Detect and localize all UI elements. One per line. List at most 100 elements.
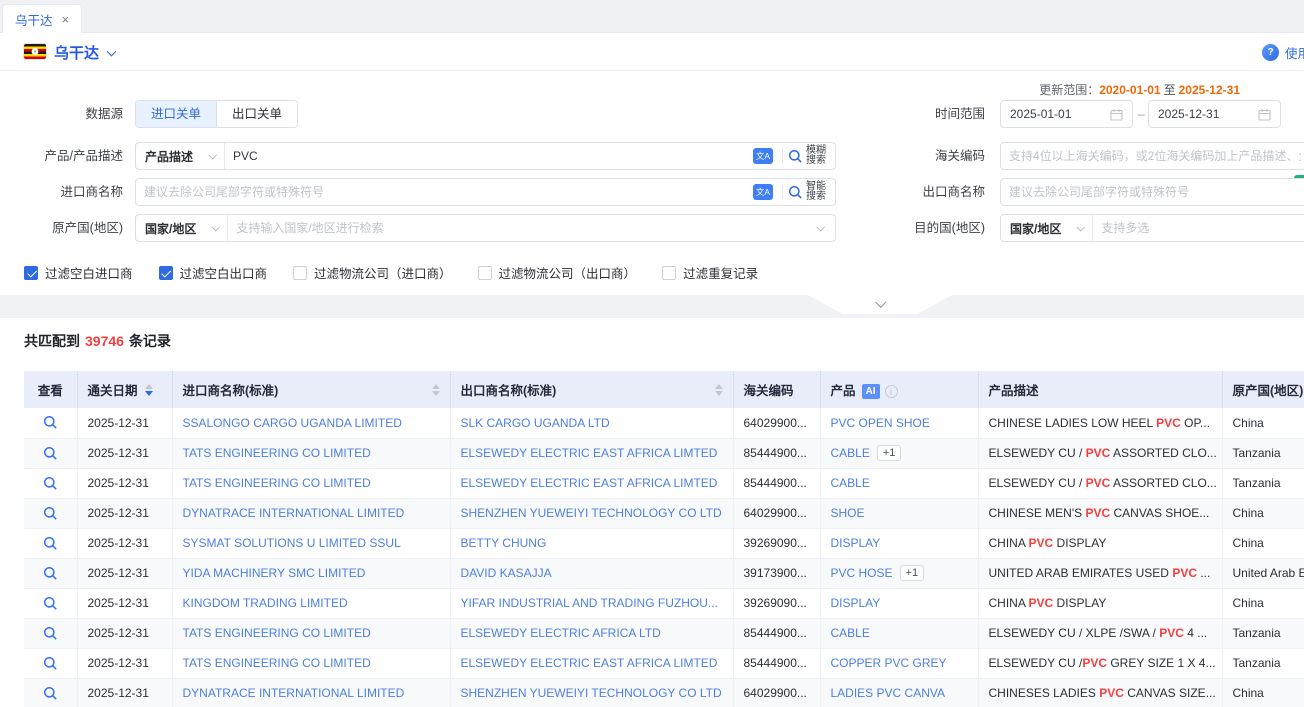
product-mode-select[interactable]: 产品描述: [136, 143, 225, 169]
product-link[interactable]: PVC HOSE: [831, 566, 893, 580]
importer-link[interactable]: TATS ENGINEERING CO LIMITED: [183, 476, 371, 490]
checkbox-icon[interactable]: [662, 266, 676, 280]
product-link[interactable]: COPPER PVC GREY: [831, 656, 947, 670]
view-record-button[interactable]: [43, 626, 58, 641]
view-record-button[interactable]: [43, 566, 58, 581]
exporter-link[interactable]: BETTY CHUNG: [461, 536, 547, 550]
checkbox-checked-icon[interactable]: [24, 266, 38, 280]
filter-checkbox-1[interactable]: 过滤空白出口商: [159, 263, 268, 282]
origin-mode-select[interactable]: 国家/地区: [136, 215, 228, 241]
cell-description: CHINESES LADIES PVC CANVAS SIZE...: [978, 678, 1222, 707]
exporter-link[interactable]: ELSEWEDY ELECTRIC AFRICA LTD: [461, 626, 661, 640]
view-record-button[interactable]: [43, 476, 58, 491]
smart-search-button[interactable]: 智能搜索: [788, 182, 835, 203]
product-link[interactable]: CABLE: [831, 476, 870, 490]
exporter-link[interactable]: ELSEWEDY ELECTRIC EAST AFRICA LIMTED: [461, 476, 718, 490]
importer-link[interactable]: TATS ENGINEERING CO LIMITED: [183, 626, 371, 640]
product-link[interactable]: LADIES PVC CANVA: [831, 686, 945, 700]
origin-country-input[interactable]: [228, 215, 817, 241]
importer-link[interactable]: SSALONGO CARGO UGANDA LIMITED: [183, 416, 402, 430]
view-record-button[interactable]: [43, 686, 58, 701]
filter-checkbox-3[interactable]: 过滤物流公司（出口商）: [478, 263, 637, 282]
col-importer[interactable]: 进口商名称(标准): [172, 371, 450, 408]
chevron-down-icon[interactable]: [816, 223, 824, 231]
translate-icon[interactable]: 文A: [753, 184, 773, 200]
product-link[interactable]: SHOE: [831, 506, 865, 520]
exporter-link[interactable]: DAVID KASAJJA: [461, 566, 552, 580]
destination-mode-select[interactable]: 国家/地区: [1001, 215, 1093, 241]
fuzzy-search-button[interactable]: 模糊搜索: [788, 146, 835, 167]
importer-link[interactable]: DYNATRACE INTERNATIONAL LIMITED: [183, 686, 405, 700]
tab-uganda[interactable]: 乌干达 ×: [2, 4, 82, 34]
view-record-button[interactable]: [43, 446, 58, 461]
col-exporter[interactable]: 出口商名称(标准): [450, 371, 733, 408]
exporter-link[interactable]: ELSEWEDY ELECTRIC EAST AFRICA LIMTED: [461, 656, 718, 670]
product-link[interactable]: PVC OPEN SHOE: [831, 416, 930, 430]
product-link[interactable]: CABLE: [831, 626, 870, 640]
import-declarations-tab[interactable]: 进口关单: [136, 101, 216, 127]
cell-date: 2025-12-31: [77, 678, 172, 707]
exporter-link[interactable]: YIFAR INDUSTRIAL AND TRADING FUZHOU...: [461, 596, 718, 610]
more-products-badge[interactable]: +1: [900, 565, 925, 581]
keyword-highlight: PVC: [1029, 596, 1054, 610]
country-chevron-down-icon[interactable]: [107, 47, 117, 57]
cell-date: 2025-12-31: [77, 558, 172, 588]
help-link[interactable]: ? 使用: [1262, 43, 1304, 62]
date-start-input[interactable]: 2025-01-01: [1000, 100, 1133, 128]
cell-origin: Tanzania: [1222, 438, 1304, 468]
update-range-start: 2020-01-01: [1099, 83, 1160, 97]
view-record-button[interactable]: [43, 596, 58, 611]
sort-date-icon[interactable]: [145, 384, 153, 396]
tab-close-icon[interactable]: ×: [62, 13, 70, 26]
destination-country-input[interactable]: [1093, 215, 1304, 241]
importer-link[interactable]: DYNATRACE INTERNATIONAL LIMITED: [183, 506, 405, 520]
cell-hs-code: 85444900...: [733, 438, 820, 468]
product-input[interactable]: [225, 143, 753, 169]
checkbox-icon[interactable]: [293, 266, 307, 280]
filter-checkbox-4[interactable]: 过滤重复记录: [662, 263, 758, 282]
search-icon: [788, 185, 803, 200]
view-record-button[interactable]: [43, 415, 58, 430]
importer-input[interactable]: [136, 179, 753, 205]
importer-link[interactable]: KINGDOM TRADING LIMITED: [183, 596, 348, 610]
col-date[interactable]: 通关日期: [77, 371, 172, 408]
exporter-link[interactable]: SHENZHEN YUEWEIYI TECHNOLOGY CO LTD: [461, 686, 722, 700]
view-record-button[interactable]: [43, 536, 58, 551]
hs-code-input[interactable]: [1001, 143, 1304, 169]
exporter-link[interactable]: ELSEWEDY ELECTRIC EAST AFRICA LIMTED: [461, 446, 718, 460]
checkbox-checked-icon[interactable]: [159, 266, 173, 280]
cell-date: 2025-12-31: [77, 588, 172, 618]
view-record-button[interactable]: [43, 656, 58, 671]
product-link[interactable]: CABLE: [831, 446, 870, 460]
filter-checkbox-0[interactable]: 过滤空白进口商: [24, 263, 133, 282]
date-end-input[interactable]: 2025-12-31: [1148, 100, 1281, 128]
importer-link[interactable]: YIDA MACHINERY SMC LIMITED: [183, 566, 366, 580]
update-range-label: 更新范围：: [1039, 83, 1099, 97]
sort-exporter-icon[interactable]: [715, 384, 723, 396]
checkbox-icon[interactable]: [478, 266, 492, 280]
cell-hs-code: 85444900...: [733, 618, 820, 648]
export-declarations-tab[interactable]: 出口关单: [216, 101, 297, 127]
importer-link[interactable]: TATS ENGINEERING CO LIMITED: [183, 656, 371, 670]
keyword-highlight: PVC: [1085, 506, 1110, 520]
exporter-link[interactable]: SHENZHEN YUEWEIYI TECHNOLOGY CO LTD: [461, 506, 722, 520]
keyword-highlight: PVC: [1172, 566, 1197, 580]
exporter-link[interactable]: SLK CARGO UGANDA LTD: [461, 416, 610, 430]
table-row: 2025-12-31 DYNATRACE INTERNATIONAL LIMITE…: [24, 678, 1304, 707]
table-row: 2025-12-31 KINGDOM TRADING LIMITED YIFAR I…: [24, 588, 1304, 618]
info-icon[interactable]: i: [885, 385, 898, 398]
fuzzy-search-label: 模糊搜索: [806, 146, 827, 167]
importer-link[interactable]: SYSMAT SOLUTIONS U LIMITED SSUL: [183, 536, 401, 550]
filter-checkbox-2[interactable]: 过滤物流公司（进口商）: [293, 263, 452, 282]
more-products-badge[interactable]: +1: [877, 445, 902, 461]
cell-date: 2025-12-31: [77, 648, 172, 678]
importer-link[interactable]: TATS ENGINEERING CO LIMITED: [183, 446, 371, 460]
collapse-filters-button[interactable]: [808, 295, 952, 314]
sort-importer-icon[interactable]: [432, 384, 440, 396]
exporter-input[interactable]: [1001, 179, 1304, 205]
product-link[interactable]: DISPLAY: [831, 596, 881, 610]
country-title[interactable]: 乌干达: [54, 42, 99, 63]
product-link[interactable]: DISPLAY: [831, 536, 881, 550]
view-record-button[interactable]: [43, 506, 58, 521]
translate-icon[interactable]: 文A: [753, 148, 773, 164]
